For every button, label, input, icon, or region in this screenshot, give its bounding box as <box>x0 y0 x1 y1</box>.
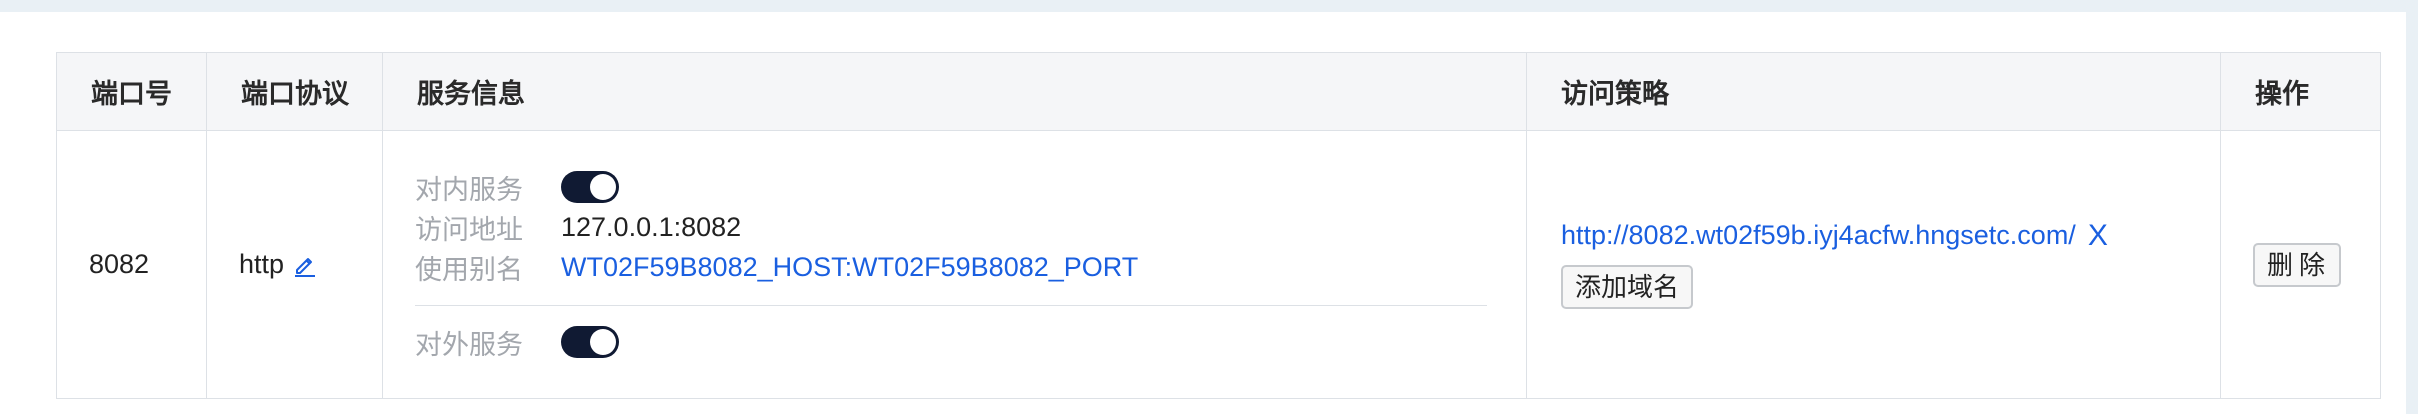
external-service-row: 对外服务 <box>415 322 1495 362</box>
external-service-label: 对外服务 <box>415 329 523 360</box>
policy-cell: http://8082.wt02f59b.iyj4acfw.hngsetc.co… <box>1526 130 2221 399</box>
internal-service-toggle[interactable] <box>561 171 619 203</box>
header-policy: 访问策略 <box>1526 52 2221 131</box>
toggle-knob <box>590 329 616 355</box>
alias-label: 使用别名 <box>415 254 523 285</box>
header-service: 服务信息 <box>382 52 1527 131</box>
domain-line: http://8082.wt02f59b.iyj4acfw.hngsetc.co… <box>1561 220 2188 251</box>
toggle-knob <box>590 174 616 200</box>
protocol-value: http <box>239 249 285 279</box>
alias-row: 使用别名 WT02F59B8082_HOST:WT02F59B8082_PORT <box>415 247 1495 287</box>
header-protocol: 端口协议 <box>206 52 383 131</box>
address-value: 127.0.0.1:8082 <box>561 211 742 242</box>
page: 端口号 端口协议 服务信息 访问策略 操作 8082 http 对内服务 访问地… <box>0 0 2418 414</box>
external-service-toggle[interactable] <box>561 326 619 358</box>
header-port: 端口号 <box>56 52 207 131</box>
delete-button[interactable]: 删除 <box>2253 242 2342 287</box>
address-row: 访问地址 127.0.0.1:8082 <box>415 207 1495 247</box>
protocol-wrap: http <box>239 249 350 280</box>
table-row: 8082 http 对内服务 访问地址 127.0.0.1:8082 使用别名 … <box>56 130 2381 399</box>
add-domain-button[interactable]: 添加域名 <box>1561 265 1694 309</box>
service-cell: 对内服务 访问地址 127.0.0.1:8082 使用别名 WT02F59B80… <box>382 130 1527 399</box>
service-divider <box>415 305 1487 306</box>
internal-service-label: 对内服务 <box>415 174 523 205</box>
alias-value[interactable]: WT02F59B8082_HOST:WT02F59B8082_PORT <box>561 252 1138 283</box>
service-info: 对内服务 访问地址 127.0.0.1:8082 使用别名 WT02F59B80… <box>415 167 1495 362</box>
address-label: 访问地址 <box>415 214 523 245</box>
domain-link[interactable]: http://8082.wt02f59b.iyj4acfw.hngsetc.co… <box>1561 220 2076 251</box>
internal-service-row: 对内服务 <box>415 167 1495 207</box>
policy-wrap: http://8082.wt02f59b.iyj4acfw.hngsetc.co… <box>1559 220 2188 309</box>
close-x-icon[interactable]: X <box>2088 220 2108 251</box>
header-operation: 操作 <box>2220 52 2381 131</box>
protocol-cell: http <box>206 130 383 399</box>
port-cell: 8082 <box>56 130 207 399</box>
operation-cell: 删除 <box>2220 130 2381 399</box>
content-panel: 端口号 端口协议 服务信息 访问策略 操作 8082 http 对内服务 访问地… <box>0 12 2406 414</box>
ports-table: 端口号 端口协议 服务信息 访问策略 操作 8082 http 对内服务 访问地… <box>56 52 2381 399</box>
pencil-edit-icon[interactable] <box>290 250 320 280</box>
table-header-row: 端口号 端口协议 服务信息 访问策略 操作 <box>56 52 2381 131</box>
